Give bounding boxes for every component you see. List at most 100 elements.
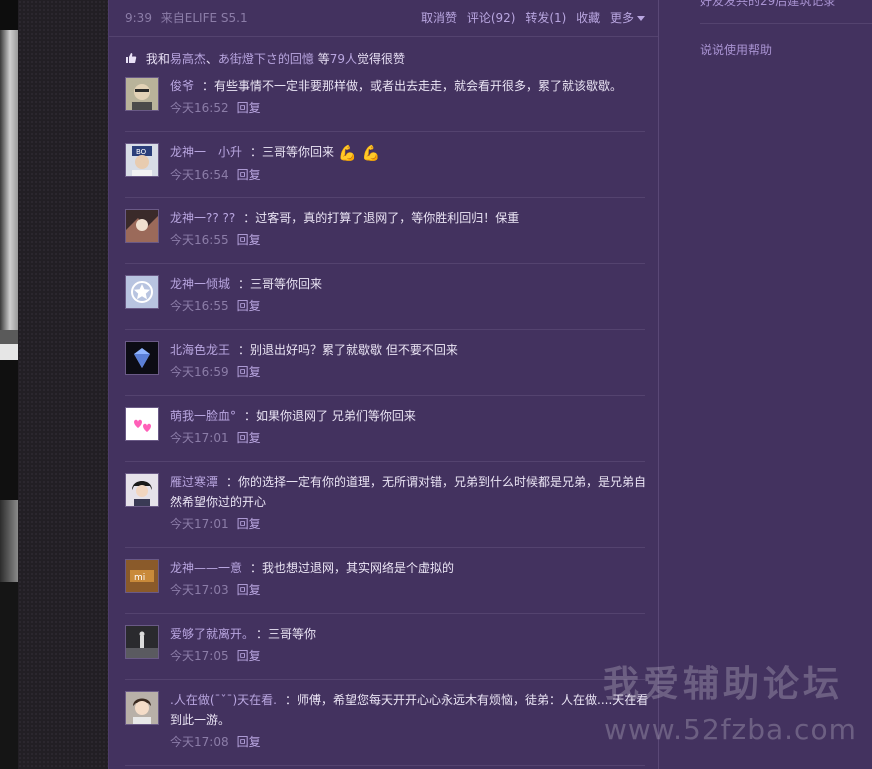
- comment-text: 龙神一倾城 ：三哥等你回来: [170, 274, 650, 294]
- comment-body: 龙神一倾城 ：三哥等你回来 今天16:55 回复: [170, 274, 650, 316]
- unlike-button[interactable]: 取消赞: [421, 11, 457, 25]
- avatar[interactable]: [125, 691, 159, 725]
- comment-meta: 今天16:59 回复: [170, 362, 650, 382]
- comment-text: 龙神——一意 ：我也想过退网，其实网络是个虚拟的: [170, 558, 650, 578]
- reply-button[interactable]: 回复: [237, 583, 261, 597]
- comment-button[interactable]: 评论(92): [467, 11, 516, 25]
- liker-link-2[interactable]: あ街燈下さ的回憶: [218, 52, 314, 66]
- likes-suffix: 觉得很赞: [357, 52, 406, 66]
- comment-body: 爱够了就离开。 ：三哥等你 今天17:05 回复: [170, 624, 650, 666]
- comment-body: 龙神一?? ?? ：过客哥，真的打算了退网了，等你胜利回归！保重 今天16:55 回…: [170, 208, 650, 250]
- post-meta: 9:39 来自ELIFE S5.1: [125, 9, 253, 26]
- liker-link-1[interactable]: 易高杰: [170, 52, 206, 66]
- commenter-name[interactable]: 爱够了就离开。: [170, 627, 248, 641]
- avatar[interactable]: [125, 77, 159, 111]
- reply-button[interactable]: 回复: [237, 365, 261, 379]
- comment-meta: 今天17:01 回复: [170, 514, 650, 534]
- comment-body: 雁过寒潭 ：你的选择一定有你的道理，无所谓对错，兄弟到什么时候都是兄弟，是兄弟自然…: [170, 472, 650, 534]
- comment-content: ：三哥等你回来: [250, 145, 335, 159]
- watermark-text: 我爱辅助论坛: [603, 664, 844, 705]
- reply-button[interactable]: 回复: [237, 517, 261, 531]
- commenter-name[interactable]: 龙神——一意: [170, 561, 242, 575]
- background-pattern: [18, 0, 108, 769]
- commenter-name[interactable]: 龙神一?? ??: [170, 211, 235, 225]
- sidebar-prev-link[interactable]: 好友发共的29后建筑记录: [700, 0, 835, 9]
- comment-list: 俊爷 ：有些事情不一定非要那样做，或者出去走走，就会看开很多，累了就该歇歇。 今天…: [125, 66, 648, 766]
- background-photo-strip: [0, 0, 18, 769]
- comment-text: 龙神一?? ?? ：过客哥，真的打算了退网了，等你胜利回归！保重: [170, 208, 650, 228]
- comment-meta: 今天16:54 回复: [170, 165, 650, 185]
- reply-button[interactable]: 回复: [237, 299, 261, 313]
- avatar[interactable]: [125, 407, 159, 441]
- avatar[interactable]: [125, 209, 159, 243]
- comment-content: ：如果你退网了 兄弟们等你回来: [244, 409, 416, 423]
- watermark-url: www.52fzba.com: [604, 713, 857, 746]
- comment-time: 今天16:55: [170, 233, 229, 247]
- comment-meta: 今天16:55 回复: [170, 296, 650, 316]
- reply-button[interactable]: 回复: [237, 649, 261, 663]
- avatar[interactable]: [125, 473, 159, 507]
- reply-button[interactable]: 回复: [237, 101, 261, 115]
- post-source: 来自ELIFE S5.1: [160, 11, 248, 25]
- comment-time: 今天17:01: [170, 431, 229, 445]
- more-label: 更多: [609, 11, 634, 25]
- comment-body: .人在做(ˉˇˉ)天在看. ：师傅，希望您每天开开心心永远木有烦恼，徒弟：人在做.…: [170, 690, 650, 752]
- comment-body: 北海色龙王 ：别退出好吗？累了就歇歇 但不要不回来 今天16:59 回复: [170, 340, 650, 382]
- comment-text: 龙神一 小升 ：三哥等你回来 💪 💪: [170, 142, 650, 163]
- comment-item: 爱够了就离开。 ：三哥等你 今天17:05 回复: [125, 614, 645, 680]
- comment-meta: 今天17:08 回复: [170, 732, 650, 752]
- comment-time: 今天17:05: [170, 649, 229, 663]
- comment-time: 今天16:59: [170, 365, 229, 379]
- divider: [109, 36, 658, 37]
- flexed-biceps-emoji: 💪 💪: [338, 144, 381, 162]
- comment-item: 萌我一脸血° ：如果你退网了 兄弟们等你回来 今天17:01 回复: [125, 396, 645, 462]
- more-button[interactable]: 更多: [610, 11, 645, 25]
- svg-text:mi: mi: [134, 573, 145, 583]
- reply-button[interactable]: 回复: [237, 431, 261, 445]
- comment-item: 龙神一?? ?? ：过客哥，真的打算了退网了，等你胜利回归！保重 今天16:55 回…: [125, 198, 645, 264]
- comment-body: 萌我一脸血° ：如果你退网了 兄弟们等你回来 今天17:01 回复: [170, 406, 650, 448]
- comment-content: ：你的选择一定有你的道理，无所谓对错，兄弟到什么时候都是兄弟，是兄弟自然希望你过…: [170, 475, 647, 509]
- avatar[interactable]: mi: [125, 559, 159, 593]
- comment-text: 俊爷 ：有些事情不一定非要那样做，或者出去走走，就会看开很多，累了就该歇歇。: [170, 76, 650, 96]
- commenter-name[interactable]: 俊爷: [170, 79, 194, 93]
- comment-content: ：别退出好吗？累了就歇歇 但不要不回来: [238, 343, 458, 357]
- chevron-down-icon: [637, 16, 645, 21]
- comment-meta: 今天16:55 回复: [170, 230, 650, 250]
- avatar[interactable]: [125, 341, 159, 375]
- comment-text: 萌我一脸血° ：如果你退网了 兄弟们等你回来: [170, 406, 650, 426]
- comment-body: 龙神一 小升 ：三哥等你回来 💪 💪 今天16:54 回复: [170, 142, 650, 185]
- likes-prefix: 我和: [145, 52, 170, 66]
- comment-meta: 今天17:01 回复: [170, 428, 650, 448]
- commenter-name[interactable]: 北海色龙王: [170, 343, 230, 357]
- comment-time: 今天17:08: [170, 735, 229, 749]
- comment-content: ：三哥等你回来: [238, 277, 323, 291]
- post-time: 9:39: [125, 11, 152, 25]
- reply-button[interactable]: 回复: [237, 168, 261, 182]
- commenter-name[interactable]: 龙神一倾城: [170, 277, 230, 291]
- comment-item: 北海色龙王 ：别退出好吗？累了就歇歇 但不要不回来 今天16:59 回复: [125, 330, 645, 396]
- repost-button[interactable]: 转发(1): [525, 11, 566, 25]
- comment-item: mi 龙神——一意 ：我也想过退网，其实网络是个虚拟的 今天17:03 回复: [125, 548, 645, 614]
- avatar[interactable]: [125, 275, 159, 309]
- post-action-bar: 9:39 来自ELIFE S5.1 取消赞 评论(92) 转发(1) 收藏 更多: [125, 9, 645, 27]
- comment-meta: 今天16:52 回复: [170, 98, 650, 118]
- thumbs-up-icon: [126, 53, 137, 63]
- commenter-name[interactable]: 龙神一 小升: [170, 145, 242, 159]
- comment-item: 雁过寒潭 ：你的选择一定有你的道理，无所谓对错，兄弟到什么时候都是兄弟，是兄弟自然…: [125, 462, 646, 548]
- reply-button[interactable]: 回复: [237, 233, 261, 247]
- commenter-name[interactable]: .人在做(ˉˇˉ)天在看.: [170, 693, 277, 707]
- avatar[interactable]: BO: [125, 143, 159, 177]
- comment-time: 今天17:01: [170, 517, 229, 531]
- commenter-name[interactable]: 萌我一脸血°: [170, 409, 236, 423]
- comment-item: .人在做(ˉˇˉ)天在看. ：师傅，希望您每天开开心心永远木有烦恼，徒弟：人在做.…: [125, 680, 648, 766]
- likes-sep: 、: [205, 52, 218, 66]
- favorite-button[interactable]: 收藏: [576, 11, 600, 25]
- reply-button[interactable]: 回复: [237, 735, 261, 749]
- avatar[interactable]: [125, 625, 159, 659]
- comment-time: 今天16:52: [170, 101, 229, 115]
- commenter-name[interactable]: 雁过寒潭: [170, 475, 218, 489]
- help-link[interactable]: 说说使用帮助: [700, 41, 772, 58]
- comment-content: ：三哥等你: [256, 627, 317, 641]
- likes-count-link[interactable]: 79人: [330, 52, 357, 66]
